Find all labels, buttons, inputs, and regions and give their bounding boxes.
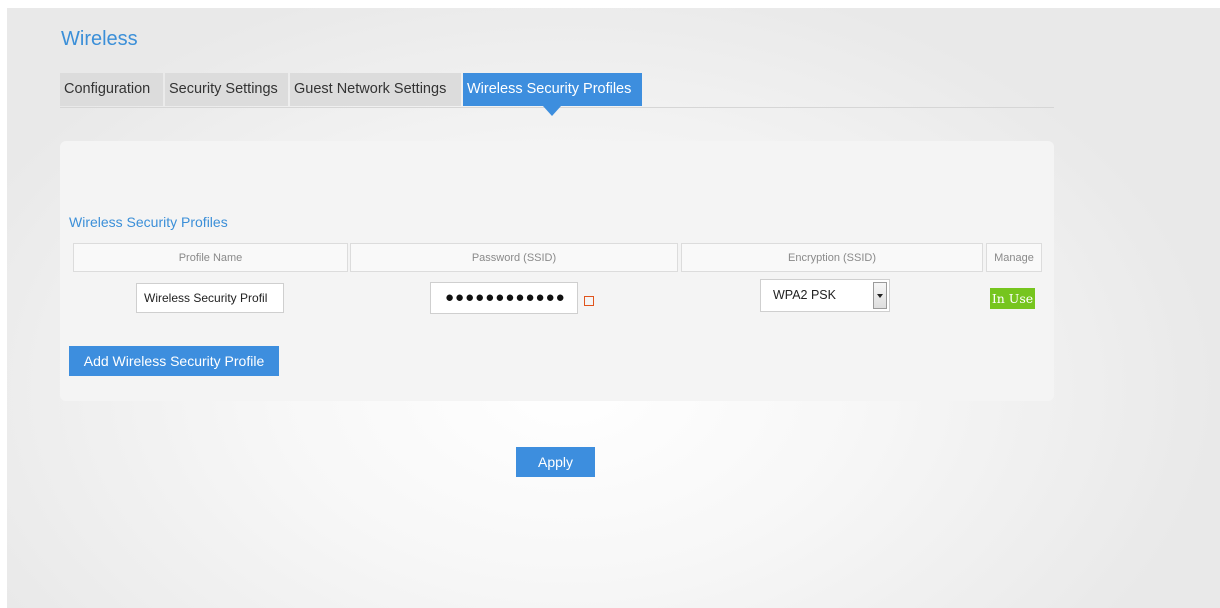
- show-password-icon[interactable]: [584, 296, 594, 306]
- encryption-select-value: WPA2 PSK: [773, 288, 836, 302]
- password-input[interactable]: ●●●●●●●●●●●●: [430, 282, 578, 314]
- section-title: Wireless Security Profiles: [69, 214, 228, 230]
- in-use-badge[interactable]: In Use: [990, 288, 1035, 309]
- profile-name-input[interactable]: Wireless Security Profil: [136, 283, 284, 313]
- page-title: Wireless: [61, 28, 138, 50]
- header-profile-name: Profile Name: [73, 243, 348, 272]
- tab-security-settings[interactable]: Security Settings: [165, 73, 288, 106]
- dropdown-arrow-icon[interactable]: [873, 282, 887, 309]
- header-manage: Manage: [986, 243, 1042, 272]
- tab-guest-network-settings[interactable]: Guest Network Settings: [290, 73, 461, 106]
- tab-wireless-security-profiles[interactable]: Wireless Security Profiles: [463, 73, 642, 116]
- header-encryption: Encryption (SSID): [681, 243, 983, 272]
- header-password: Password (SSID): [350, 243, 678, 272]
- apply-button[interactable]: Apply: [516, 447, 595, 477]
- add-profile-button[interactable]: Add Wireless Security Profile: [69, 346, 279, 376]
- tab-configuration[interactable]: Configuration: [60, 73, 163, 106]
- encryption-select[interactable]: WPA2 PSK: [760, 279, 890, 312]
- tab-bar: Configuration Security Settings Guest Ne…: [60, 73, 1054, 116]
